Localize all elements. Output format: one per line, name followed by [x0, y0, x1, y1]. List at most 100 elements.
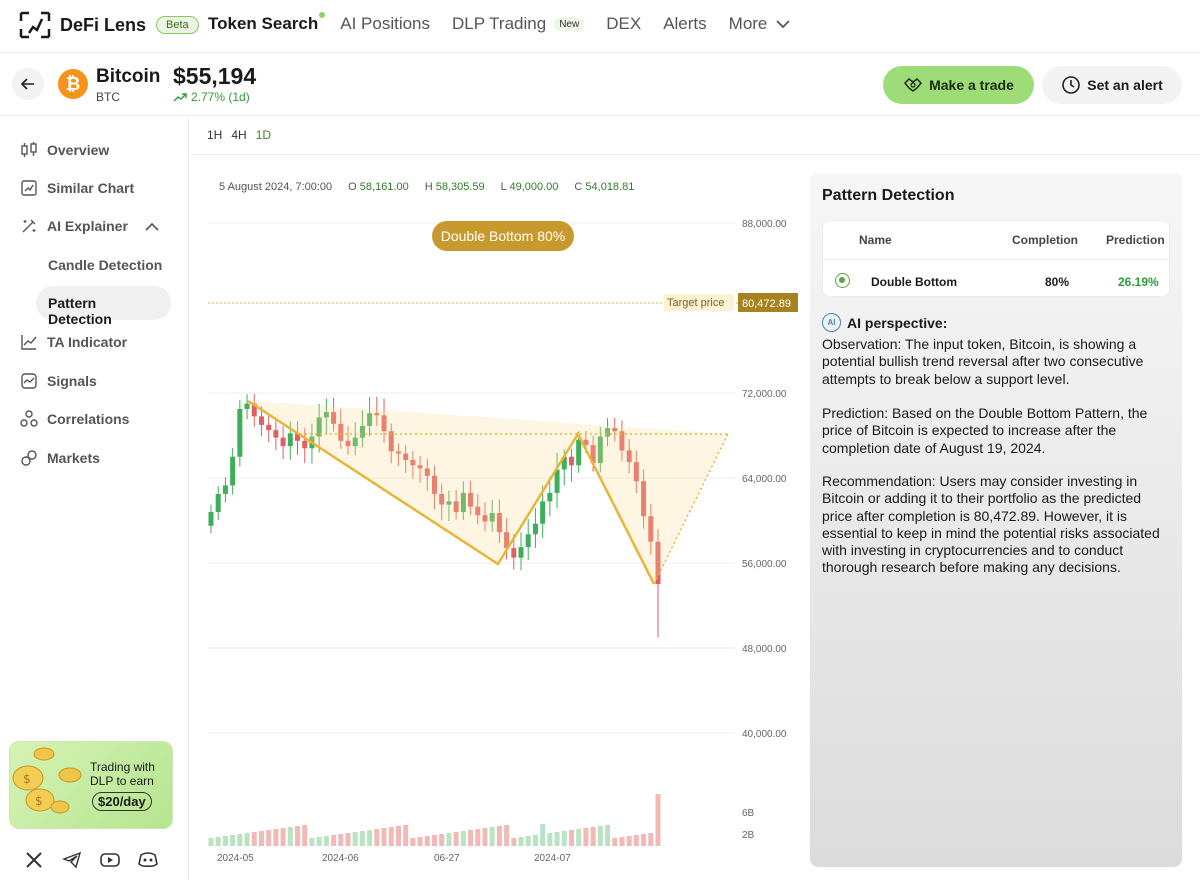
ai-icon: AI	[822, 313, 841, 332]
volume-bar	[367, 830, 373, 846]
sidebar-item-signals[interactable]: Signals	[20, 372, 97, 390]
price-chart[interactable]: 88,000.00 72,000.00 64,000.00 56,000.00 48,0…	[190, 117, 810, 880]
sidebar-item-markets[interactable]: Markets	[20, 449, 100, 467]
nav-dex[interactable]: DEX	[606, 14, 641, 34]
volume-bar	[424, 836, 430, 846]
sidebar-item-ai-explainer[interactable]: AI Explainer	[20, 217, 128, 235]
pattern-pill-label: Double Bottom 80%	[441, 228, 566, 244]
y-tick-label: 40,000.00	[742, 729, 787, 740]
volume-bar	[410, 838, 416, 846]
back-button[interactable]	[12, 68, 44, 100]
volume-bar	[655, 794, 661, 846]
sidebar-item-similar-chart[interactable]: Similar Chart	[20, 179, 134, 197]
volume-bar	[432, 835, 437, 846]
telegram-icon[interactable]	[62, 850, 82, 870]
candle-body	[230, 456, 236, 486]
nav-label: DEX	[606, 14, 642, 33]
chevron-up-icon[interactable]	[144, 221, 160, 233]
sidebar-item-correlations[interactable]: Correlations	[20, 410, 129, 428]
volume-bar	[446, 833, 452, 846]
volume-bar	[359, 831, 365, 846]
price-change-value: 2.77% (1d)	[191, 90, 250, 104]
sidebar-item-label: Similar Chart	[47, 180, 135, 196]
volume-bar	[641, 834, 647, 846]
top-navbar: DeFi Lens Beta Token Search AI Positions…	[0, 0, 1200, 53]
prediction-text: Prediction: Based on the Double Bottom P…	[822, 405, 1148, 456]
discord-icon[interactable]	[138, 850, 158, 870]
volume-bar	[381, 828, 387, 846]
row-radio[interactable]	[835, 273, 850, 288]
youtube-icon[interactable]	[100, 850, 120, 870]
volume-bar	[597, 826, 603, 846]
nav-token-search[interactable]: Token Search	[208, 12, 326, 34]
pattern-name-cell: Double Bottom	[871, 275, 957, 289]
logo[interactable]: DeFi Lens Beta	[19, 11, 199, 39]
logo-icon	[19, 11, 51, 39]
volume-bar	[323, 836, 329, 846]
set-alert-button[interactable]: Set an alert	[1042, 66, 1182, 104]
token-symbol: BTC	[96, 90, 120, 104]
observation-text: Observation: The input token, Bitcoin, i…	[822, 336, 1144, 387]
line-chart-icon	[21, 335, 37, 350]
volume-tick-label: 6B	[742, 808, 755, 819]
volume-bar	[496, 826, 502, 846]
volume-bar	[302, 825, 308, 846]
x-tick-label: 2024-06	[322, 853, 359, 864]
sidebar-item-label: Markets	[47, 450, 100, 466]
main-nav: Token Search AI Positions DLP Trading New…	[208, 12, 813, 34]
sidebar-item-pattern-detection[interactable]: Pattern Detection	[36, 286, 171, 327]
volume-bar	[460, 831, 466, 846]
volume-bar	[331, 835, 337, 846]
token-header: ₿ Bitcoin BTC $55,194 2.77% (1d) Make a …	[0, 54, 1200, 116]
recommendation-text: Recommendation: Users may consider inves…	[822, 473, 1160, 576]
promo-banner[interactable]: $ $ Trading with DLP to earn $20/day	[9, 741, 173, 829]
ai-perspective-title: AI perspective:	[847, 314, 948, 331]
volume-bar	[280, 828, 286, 846]
y-tick-label: 72,000.00	[742, 389, 787, 400]
volume-bar	[525, 836, 531, 846]
candle-body	[280, 437, 286, 447]
target-price-label: Target price	[667, 297, 724, 309]
token-price: $55,194	[173, 63, 257, 89]
nav-more[interactable]: More	[729, 14, 792, 34]
signal-icon	[21, 373, 37, 389]
nav-dlp-trading[interactable]: DLP Trading New	[452, 14, 585, 34]
candle-body	[525, 534, 531, 548]
y-tick-label: 88,000.00	[742, 219, 787, 230]
social-links	[24, 850, 158, 870]
active-dot	[319, 12, 326, 18]
nav-ai-positions[interactable]: AI Positions	[340, 14, 430, 34]
sidebar-item-ta-indicator[interactable]: TA Indicator	[20, 333, 127, 351]
candle-body	[511, 548, 517, 558]
volume-bar	[511, 838, 517, 846]
volume-bar	[230, 835, 236, 846]
volume-bar	[316, 837, 322, 846]
volume-bar	[388, 827, 394, 846]
link-icon	[21, 450, 37, 466]
candle-body	[568, 456, 574, 466]
set-alert-label: Set an alert	[1087, 77, 1163, 93]
volume-bar	[222, 836, 228, 846]
volume-bar	[626, 836, 632, 846]
volume-bar	[309, 838, 315, 846]
new-badge: New	[554, 17, 585, 31]
volume-bar	[605, 825, 611, 846]
x-twitter-icon[interactable]	[24, 850, 44, 870]
completion-cell: 80%	[1045, 275, 1070, 289]
nav-alerts[interactable]: Alerts	[663, 14, 706, 34]
nav-label: DLP Trading	[452, 14, 547, 33]
sidebar-item-candle-detection[interactable]: Candle Detection	[48, 257, 162, 273]
volume-bar	[417, 837, 423, 846]
volume-bar	[583, 828, 589, 846]
sidebar-item-overview[interactable]: Overview	[20, 141, 109, 159]
make-trade-button[interactable]: Make a trade	[883, 66, 1034, 104]
volume-bar	[468, 830, 474, 846]
column-header-name: Name	[859, 233, 892, 247]
volume-bar	[338, 834, 344, 846]
volume-bar	[273, 829, 279, 846]
nav-label: AI Positions	[340, 14, 430, 33]
volume-bar	[345, 833, 351, 846]
token-name: Bitcoin	[96, 66, 161, 87]
magic-wand-icon	[22, 219, 36, 233]
volume-bar	[266, 830, 272, 846]
